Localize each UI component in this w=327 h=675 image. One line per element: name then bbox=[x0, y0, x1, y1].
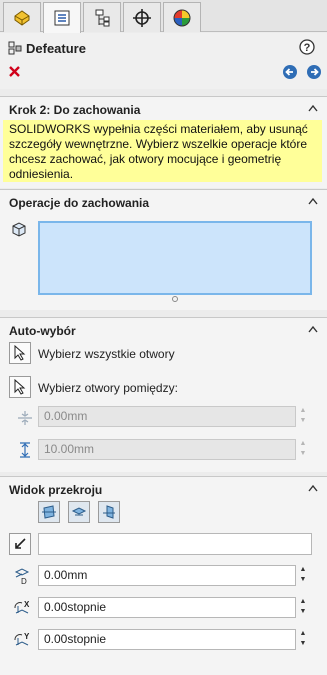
max-diameter-icon bbox=[20, 442, 30, 458]
step-message: SOLIDWORKS wypełnia części materiałem, a… bbox=[3, 120, 322, 182]
collapse-caret-icon[interactable] bbox=[308, 104, 318, 112]
rotation-y-field[interactable]: 0.00stopnie bbox=[38, 629, 296, 650]
tab-property-manager[interactable] bbox=[43, 2, 81, 33]
svg-text:Y: Y bbox=[24, 632, 30, 641]
svg-text:X: X bbox=[24, 600, 30, 609]
cursor-arrow-icon bbox=[14, 379, 26, 395]
rotation-x-field[interactable]: 0.00stopnie bbox=[38, 597, 296, 618]
select-holes-between-label: Wybierz otwory pomiędzy: bbox=[38, 381, 178, 395]
dimxpert-icon bbox=[133, 8, 151, 27]
tab-configuration-manager[interactable] bbox=[83, 2, 121, 32]
help-icon[interactable]: ? bbox=[299, 39, 315, 55]
reference-plane-button[interactable] bbox=[9, 533, 31, 555]
back-arrow-icon[interactable] bbox=[282, 64, 298, 80]
step-title: Krok 2: Do zachowania bbox=[9, 103, 141, 117]
property-manager-header: Defeature ? bbox=[0, 33, 327, 89]
max-hole-size-field[interactable]: 10.00mm bbox=[38, 439, 296, 460]
rotation-y-spinner[interactable]: ▲ ▼ bbox=[296, 629, 310, 650]
display-manager-icon bbox=[173, 9, 191, 26]
right-plane-button[interactable] bbox=[98, 501, 120, 523]
auto-select-section-header[interactable]: Auto-wybór bbox=[0, 318, 327, 342]
rotate-x-icon: X bbox=[14, 600, 30, 614]
svg-text:D: D bbox=[21, 577, 27, 586]
min-diameter-icon bbox=[18, 411, 32, 425]
step-message-line: szczegóły wewnętrzne. Wybierz wszelkie o… bbox=[9, 137, 308, 151]
min-hole-size-field[interactable]: 0.00mm bbox=[38, 406, 296, 427]
select-all-holes-button[interactable] bbox=[9, 342, 31, 364]
cursor-arrow-icon bbox=[14, 345, 26, 361]
step-message-line: chcesz zachować, jak otwory mocujące i g… bbox=[9, 152, 282, 166]
collapse-caret-icon[interactable] bbox=[308, 484, 318, 492]
configuration-manager-icon bbox=[95, 9, 110, 26]
max-hole-size-spinner[interactable]: ▲ ▼ bbox=[296, 439, 310, 460]
page-title: Defeature bbox=[26, 41, 86, 56]
collapse-caret-icon[interactable] bbox=[308, 197, 318, 205]
step-message-line: SOLIDWORKS wypełnia części materiałem, a… bbox=[9, 122, 308, 136]
select-all-holes-label: Wybierz wszystkie otwory bbox=[38, 347, 175, 361]
features-title: Operacje do zachowania bbox=[9, 196, 150, 210]
close-icon[interactable] bbox=[8, 65, 21, 78]
auto-select-title: Auto-wybór bbox=[9, 324, 76, 338]
top-plane-button[interactable] bbox=[68, 501, 90, 523]
rotation-x-spinner[interactable]: ▲ ▼ bbox=[296, 597, 310, 618]
manager-tab-bar bbox=[0, 0, 327, 33]
tab-feature-manager[interactable] bbox=[3, 2, 41, 32]
collapse-caret-icon[interactable] bbox=[308, 325, 318, 333]
tab-display-manager[interactable] bbox=[163, 2, 201, 32]
tab-dimxpert-manager[interactable] bbox=[123, 2, 161, 32]
feature-manager-icon bbox=[14, 9, 30, 26]
step-section-header[interactable]: Krok 2: Do zachowania bbox=[0, 97, 327, 121]
features-section-header[interactable]: Operacje do zachowania bbox=[0, 190, 327, 214]
right-plane-icon bbox=[103, 505, 115, 519]
step-message-line: odniesienia. bbox=[9, 167, 74, 181]
front-plane-icon bbox=[42, 505, 56, 519]
front-plane-button[interactable] bbox=[38, 501, 60, 523]
body-cube-icon bbox=[12, 222, 26, 237]
next-arrow-icon[interactable] bbox=[306, 64, 322, 80]
offset-distance-spinner[interactable]: ▲ ▼ bbox=[296, 565, 310, 586]
defeature-icon bbox=[8, 41, 22, 55]
min-hole-size-spinner[interactable]: ▲ ▼ bbox=[296, 406, 310, 427]
section-view-title: Widok przekroju bbox=[9, 483, 103, 497]
reference-plane-field[interactable] bbox=[38, 533, 312, 555]
reference-arrow-icon bbox=[15, 538, 26, 549]
rotate-y-icon: Y bbox=[14, 632, 30, 646]
resize-grip[interactable] bbox=[172, 296, 178, 302]
offset-distance-icon: D bbox=[14, 568, 30, 586]
offset-distance-field[interactable]: 0.00mm bbox=[38, 565, 296, 586]
select-holes-between-button[interactable] bbox=[9, 376, 31, 398]
property-manager-icon bbox=[54, 10, 70, 26]
svg-text:?: ? bbox=[304, 42, 311, 54]
features-selection-box[interactable] bbox=[38, 221, 312, 295]
top-plane-icon bbox=[71, 507, 87, 516]
section-view-section-header[interactable]: Widok przekroju bbox=[0, 477, 327, 501]
